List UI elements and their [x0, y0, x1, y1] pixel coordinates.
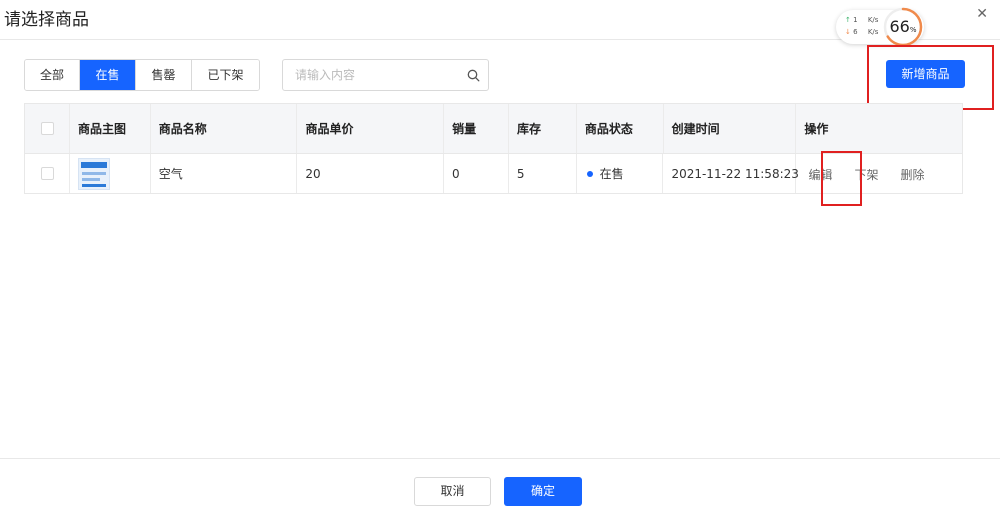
header-sales: 销量: [444, 104, 509, 153]
row-checkbox[interactable]: [41, 167, 54, 180]
status-dot-icon: [586, 170, 593, 177]
upload-speed-unit: K/s: [867, 16, 879, 24]
search-icon[interactable]: [467, 69, 480, 82]
header-created: 创建时间: [664, 104, 797, 153]
header-image: 商品主图: [70, 104, 151, 153]
search-input[interactable]: [283, 60, 463, 90]
product-stock: 5: [509, 154, 577, 193]
product-sales: 0: [444, 154, 509, 193]
table-header: 商品主图 商品名称 商品单价 销量 库存 商品状态 创建时间 操作: [25, 104, 962, 153]
row-checkbox-cell: [25, 154, 70, 193]
add-product-button[interactable]: 新增商品: [886, 60, 965, 88]
header-checkbox-cell: [25, 104, 70, 153]
upload-arrow-icon: ↑: [845, 16, 851, 24]
tab-on-sale[interactable]: 在售: [80, 60, 136, 90]
download-speed-unit: K/s: [867, 28, 879, 36]
usage-percent-value: 66: [889, 17, 910, 36]
header-name: 商品名称: [151, 104, 298, 153]
usage-gauge: 66%: [882, 6, 924, 48]
product-image-cell: [70, 154, 151, 193]
upload-speed-value: 1: [853, 16, 858, 24]
footer-divider: [0, 458, 1000, 459]
header-stock: 库存: [509, 104, 577, 153]
search-box: [282, 59, 489, 91]
modal-title: 请选择商品: [4, 10, 89, 30]
status-filter-tabs: 全部 在售 售罄 已下架: [24, 59, 260, 91]
product-created-time: 2021-11-22 11:58:23: [663, 154, 799, 193]
select-all-checkbox[interactable]: [41, 122, 54, 135]
product-price: 20: [297, 154, 444, 193]
tab-all[interactable]: 全部: [25, 60, 80, 90]
header-price: 商品单价: [297, 104, 445, 153]
product-status: 在售: [577, 154, 664, 193]
product-thumbnail[interactable]: [77, 157, 110, 190]
highlight-box-edit: [821, 151, 862, 206]
download-speed: ↓ 6 K/s: [845, 28, 878, 36]
download-speed-value: 6: [853, 28, 858, 36]
network-speed-widget[interactable]: ↑ 1 K/s ↓ 6 K/s 66%: [836, 7, 924, 47]
header-status: 商品状态: [577, 104, 664, 153]
product-name: 空气: [151, 154, 298, 193]
product-status-text: 在售: [599, 167, 624, 181]
usage-gauge-label: 66%: [882, 17, 924, 36]
cancel-button[interactable]: 取消: [414, 477, 491, 506]
confirm-button[interactable]: 确定: [504, 477, 582, 506]
tab-removed[interactable]: 已下架: [192, 60, 259, 90]
usage-percent-sign: %: [909, 26, 917, 34]
download-arrow-icon: ↓: [845, 28, 851, 36]
delete-link[interactable]: 删除: [900, 166, 924, 183]
upload-speed: ↑ 1 K/s: [845, 16, 878, 24]
tab-sold-out[interactable]: 售罄: [136, 60, 192, 90]
close-icon[interactable]: ✕: [976, 6, 988, 22]
header-actions: 操作: [804, 122, 829, 136]
